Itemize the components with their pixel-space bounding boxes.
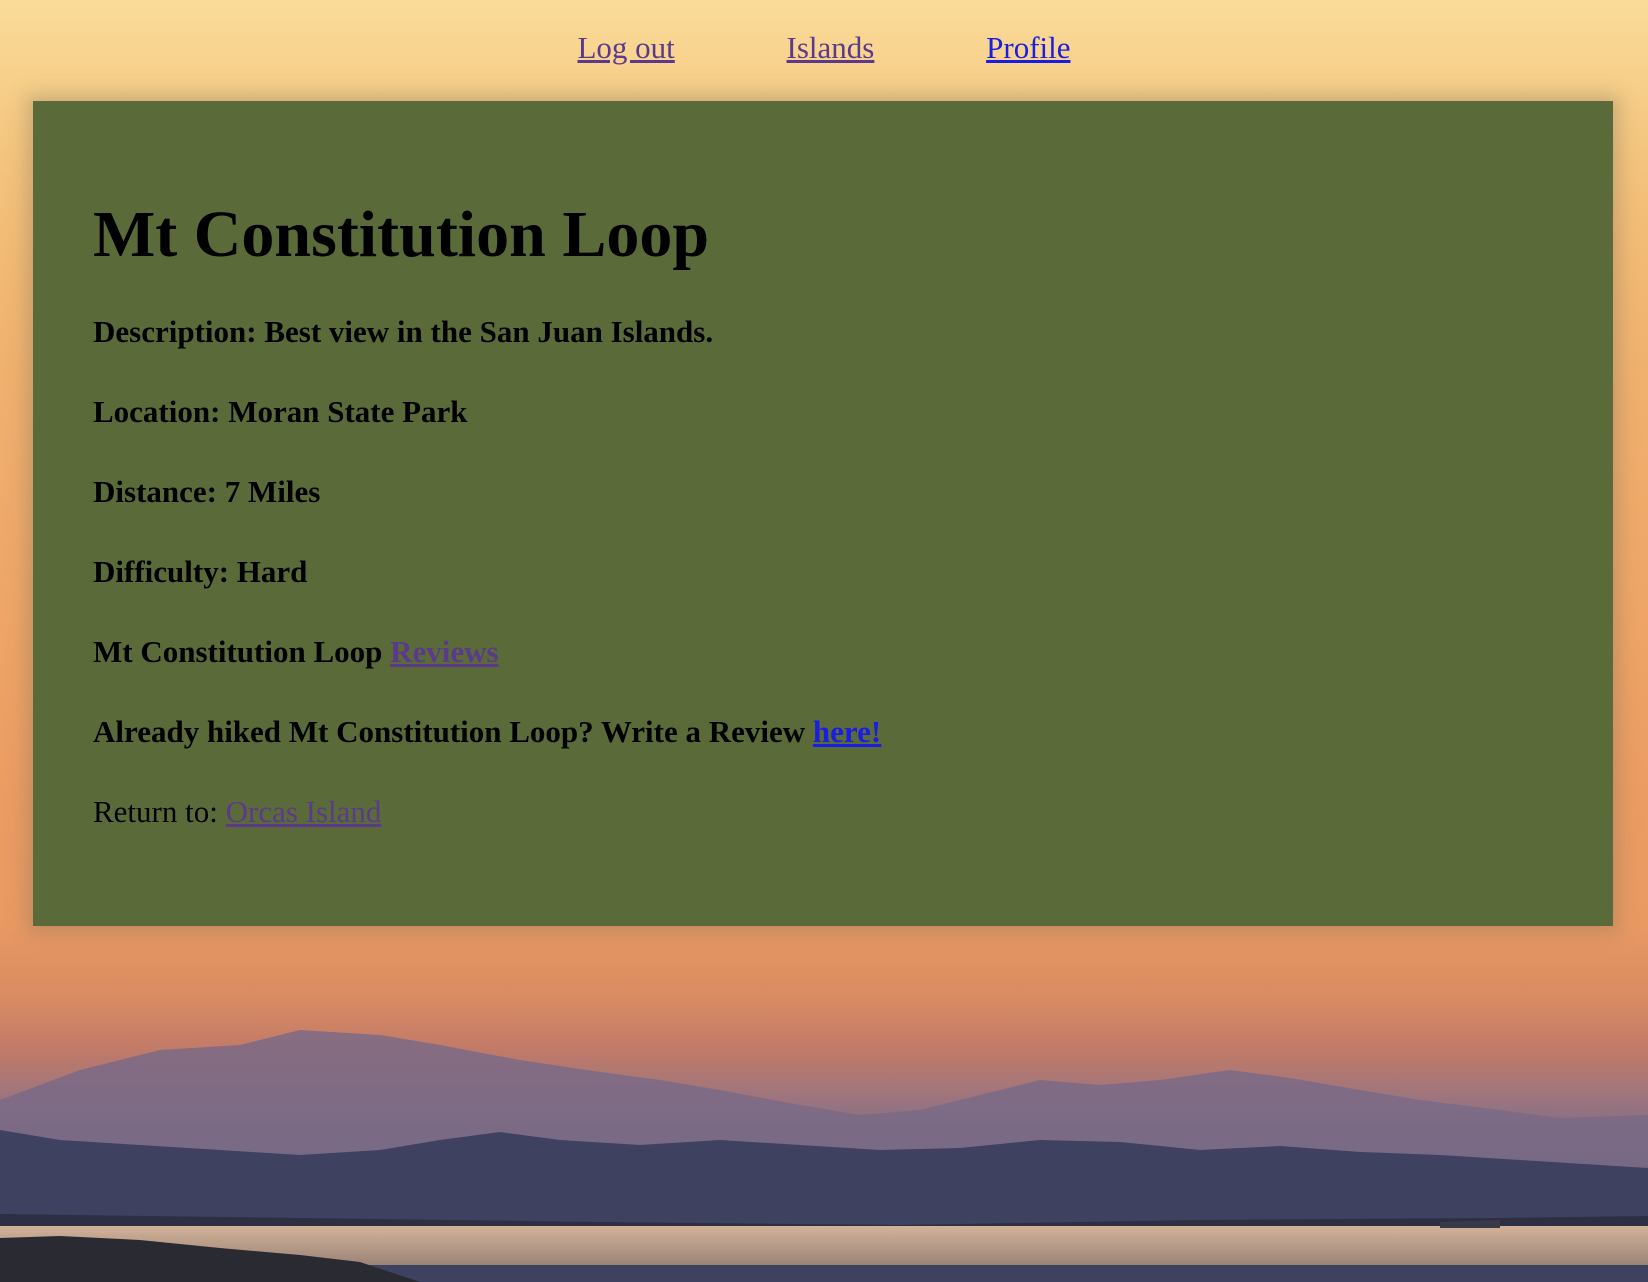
trail-description: Description: Best view in the San Juan I… [93, 314, 1553, 350]
difficulty-value: Hard [236, 553, 308, 589]
trail-location: Location: Moran State Park [93, 394, 1553, 430]
return-island-link[interactable]: Orcas Island [226, 794, 382, 829]
reviews-prefix: Mt Constitution Loop [93, 633, 383, 669]
location-label: Location: [93, 393, 221, 429]
trail-detail-card: Mt Constitution Loop Description: Best v… [33, 101, 1613, 926]
description-label: Description: [93, 313, 257, 349]
trail-title: Mt Constitution Loop [93, 198, 710, 271]
top-navigation: Log out Islands Profile [0, 30, 1648, 66]
distance-label: Distance: [93, 473, 217, 509]
description-value: Best view in the San Juan Islands. [264, 313, 714, 349]
trail-reviews-line: Mt Constitution Loop Reviews [93, 634, 1553, 670]
return-line: Return to: Orcas Island [93, 794, 1553, 830]
return-label: Return to: [93, 793, 218, 829]
trail-difficulty: Difficulty: Hard [93, 554, 1553, 590]
nav-islands-link[interactable]: Islands [787, 30, 875, 66]
nav-profile-link[interactable]: Profile [986, 30, 1070, 66]
distance-value: 7 Miles [224, 473, 321, 509]
trail-distance: Distance: 7 Miles [93, 474, 1553, 510]
write-review-line: Already hiked Mt Constitution Loop? Writ… [93, 714, 1553, 750]
difficulty-label: Difficulty: [93, 553, 230, 589]
nav-logout-link[interactable]: Log out [577, 30, 674, 66]
location-value: Moran State Park [228, 393, 468, 429]
write-review-prefix: Already hiked Mt Constitution Loop? Writ… [93, 713, 806, 749]
reviews-link[interactable]: Reviews [390, 634, 498, 669]
write-review-link[interactable]: here! [813, 714, 881, 749]
